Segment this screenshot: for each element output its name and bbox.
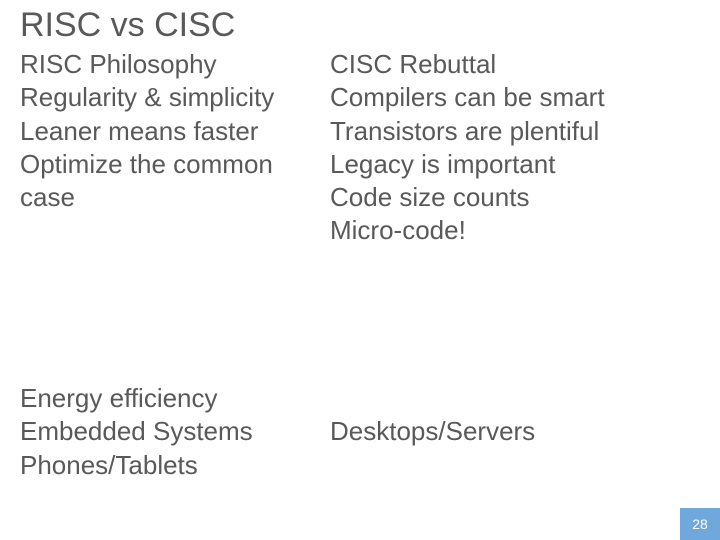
cisc-point: Transistors are plentiful [330,115,700,148]
cisc-heading: CISC Rebuttal [330,48,700,81]
left-column: RISC Philosophy Regularity & simplicity … [20,48,320,214]
cisc-point: Legacy is important [330,148,700,181]
risc-app: Energy efficiency [20,382,320,415]
cisc-point: Compilers can be smart [330,81,700,114]
right-column: CISC Rebuttal Compilers can be smart Tra… [330,48,700,248]
risc-point: Leaner means faster [20,115,320,148]
cisc-point: Code size counts [330,181,700,214]
right-apps: Desktops/Servers [330,415,700,448]
slide-title: RISC vs CISC [20,6,235,45]
risc-app: Phones/Tablets [20,449,320,482]
risc-app: Embedded Systems [20,415,320,448]
cisc-point: Micro-code! [330,214,700,247]
risc-heading: RISC Philosophy [20,48,320,81]
page-number: 28 [680,508,720,540]
risc-point: Regularity & simplicity [20,81,320,114]
risc-point: Optimize the common case [20,148,320,215]
left-apps: Energy efficiency Embedded Systems Phone… [20,382,320,482]
cisc-app: Desktops/Servers [330,415,700,448]
slide: RISC vs CISC RISC Philosophy Regularity … [0,0,720,540]
